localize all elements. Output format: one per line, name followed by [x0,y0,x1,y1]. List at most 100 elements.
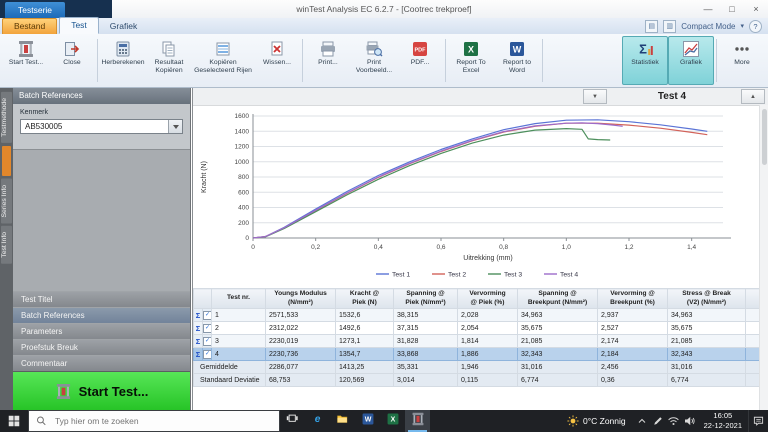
panel-section-test-titel[interactable]: Test Titel [13,292,190,307]
svg-text:Test 1: Test 1 [392,272,410,279]
ribbon-button-resultaat-kopieren[interactable]: Resultaat Kopiëren [146,36,192,85]
printer-icon [319,39,337,58]
row-checkbox[interactable]: ✓ [203,323,211,333]
sigma-icon[interactable]: Σ [196,350,201,359]
table-row-test-2[interactable]: Σ ✓ 2 2312,022 1492,6 37,315 2,054 35,675 2,527 3… [193,321,761,335]
side-tab-test-info[interactable]: Test Info [1,226,12,265]
chart-svg: 0 200 400 600 800 1000 1200 1400 1600 0 0,2 0,4 0,6 0… [201,113,731,279]
table-row-test-3[interactable]: Σ ✓ 3 2230,019 1273,1 31,828 1,814 21,085 2,174 2… [193,334,761,348]
value-cell: 32,343 [667,347,746,361]
panel-section-proefstuk-breuk[interactable]: Proefstuk Breuk [13,340,190,355]
taskbar-app-edge[interactable]: e [305,410,330,432]
table-summary-row-gemiddelde: Gemiddelde 2286,077 1413,25 35,331 1,946 31,0… [193,360,761,374]
clock[interactable]: 16:05 22-12-2021 [698,411,748,431]
ribbon-button-more[interactable]: More [719,36,765,85]
ribbon-button-close[interactable]: Close [49,36,95,85]
help-icon[interactable]: ? [749,19,762,33]
panel-header-batch-references[interactable]: Batch References [13,88,190,104]
ribbon-button-statistiek[interactable]: Σ Statistiek [622,36,668,85]
svg-text:1000: 1000 [235,159,250,166]
ribbon-button-print-voorbeeld[interactable]: Print Voorbeeld... [351,36,397,85]
column-header-test-nr-[interactable]: Test nr. [211,288,266,309]
close-icon [63,39,81,58]
ribbon-button-herberekenen[interactable]: Herberekenen [100,36,146,85]
sigma-icon[interactable]: Σ [196,324,201,333]
column-header-kracht-[interactable]: Kracht @ Piek (N) [335,288,394,309]
svg-text:W: W [364,416,371,423]
pen-tray-icon[interactable] [650,410,666,432]
sigma-icon[interactable]: Σ [196,311,201,320]
taskbar-app-task-view[interactable] [280,410,305,432]
close-button[interactable]: × [744,0,768,18]
panel-section-commentaar[interactable]: Commentaar [13,356,190,371]
panel-section-batch-references[interactable]: Batch References [13,308,190,323]
ribbon-group: Print... Print Voorbeeld... PDF PDF... [305,36,443,85]
row-checkbox[interactable]: ✓ [203,349,211,359]
vertical-scrollbar[interactable] [759,105,768,410]
column-header-vervorming-[interactable]: Vervorming @ Breekpunt (%) [597,288,668,309]
column-header-youngs-modulus[interactable]: Youngs Modulus (N/mm²) [265,288,336,309]
ribbon-button-report-to-word[interactable]: W Report to Word [494,36,540,85]
column-header-spanning-[interactable]: Spanning @ Breekpunt (N/mm²) [517,288,598,309]
panel-section-parameters[interactable]: Parameters [13,324,190,339]
svg-text:1,0: 1,0 [562,244,571,251]
scrollbar-thumb[interactable] [762,109,767,165]
svg-text:X: X [468,44,474,54]
compact-mode-label[interactable]: Compact Mode [681,22,735,31]
start-test-button[interactable]: Start Test... [13,371,190,410]
ribbon-button-pdf[interactable]: PDF PDF... [397,36,443,85]
column-header-stress-break[interactable]: Stress @ Break (V2) (N/mm²) [667,288,746,309]
start-menu-button[interactable] [0,410,28,432]
weather-widget[interactable]: 0°C Zonnig [559,415,634,427]
search-input[interactable] [52,415,272,427]
action-center-button[interactable] [748,410,768,432]
ribbon-button-print[interactable]: Print... [305,36,351,85]
column-header-spanning-[interactable]: Spanning @ Piek (N/mm²) [393,288,458,309]
ribbon-tab-grafiek[interactable]: Grafiek [99,19,148,34]
maximize-button[interactable]: □ [720,0,744,18]
tray-expand-button[interactable] [634,410,650,432]
left-panel-nav: Test Titel Batch References Parameters Proe… [13,291,190,371]
ribbon-button-start-test[interactable]: Start Test... [3,36,49,85]
ribbon-button-report-to-excel[interactable]: X Report To Excel [448,36,494,85]
network-tray-icon[interactable] [666,410,682,432]
column-header-vervorming[interactable]: Vervorming @ Piek (%) [457,288,518,309]
document-tab-testserie[interactable]: Testserie [5,2,66,18]
taskbar-app-explorer[interactable] [330,410,355,432]
value-cell: 2230,019 [265,334,336,348]
taskbar-app-word[interactable]: W [355,410,380,432]
test-dropdown-button[interactable]: ▼ [583,89,607,104]
taskbar-app-wintest[interactable] [405,410,430,432]
volume-tray-icon[interactable] [682,410,698,432]
table-row-test-4[interactable]: Σ ✓ 4 2230,736 1354,7 33,868 1,886 32,343 2,184 3… [193,347,761,361]
machine-icon [55,382,72,401]
collapse-panel-button[interactable]: ▲ [741,89,765,104]
test-nr-cell: 4 [211,347,266,361]
edge-icon: e [311,412,325,431]
table-row-test-1[interactable]: Σ ✓ 1 2571,533 1532,6 38,315 2,028 34,963 2,937 3… [193,308,761,322]
window-controls: — □ × [696,0,768,18]
ribbon-button-kopieren-geselecteerd-rijen[interactable]: Kopiëren Geselecteerd Rijen [192,36,254,85]
kenmerk-label: Kenmerk [20,109,49,116]
taskbar-app-excel[interactable]: X [380,410,405,432]
display-icon[interactable]: ▥ [663,19,677,33]
row-checkbox[interactable]: ✓ [203,336,211,346]
row-checkbox[interactable]: ✓ [203,310,211,320]
chevron-down-icon[interactable]: ▾ [740,22,744,30]
kenmerk-dropdown[interactable]: AB530005 [20,119,183,134]
svg-text:0,6: 0,6 [436,244,445,251]
side-tab-series-info[interactable]: Series Info [1,178,12,224]
taskbar-search[interactable] [28,410,280,432]
taskbar-apps: eWX [280,410,430,432]
layout-icon[interactable]: ▤ [645,19,659,33]
ribbon-button-wissen[interactable]: Wissen... [254,36,300,85]
ribbon-tab-bestand[interactable]: Bestand [2,18,58,34]
summary-value-cell: 31,016 [517,360,598,374]
ribbon-options: ▤ ▥ Compact Mode ▾ ? [645,18,768,34]
side-tab-testmethode[interactable]: Testmethode [1,92,12,143]
sigma-icon[interactable]: Σ [196,337,201,346]
ribbon-button-grafiek[interactable]: Grafiek [668,36,714,85]
minimize-button[interactable]: — [696,0,720,18]
ribbon-tab-test[interactable]: Test [59,17,99,34]
dropdown-arrow-icon[interactable] [168,120,182,133]
